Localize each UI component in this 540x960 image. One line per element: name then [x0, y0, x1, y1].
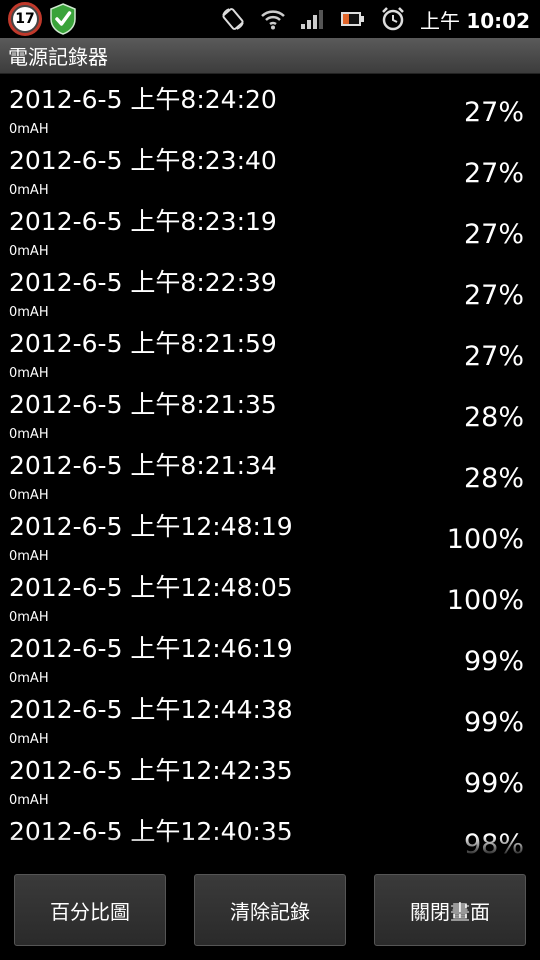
log-battery-percent: 98%	[463, 829, 524, 858]
signal-icon	[300, 8, 326, 30]
log-battery-percent: 27%	[463, 219, 524, 250]
log-battery-percent: 28%	[463, 463, 524, 494]
log-timestamp: 2012-6-5 上午8:21:34	[9, 451, 277, 480]
clock-time: 10:02	[466, 8, 530, 33]
log-timestamp: 2012-6-5 上午8:23:40	[9, 146, 277, 175]
log-battery-percent: 100%	[446, 524, 524, 555]
log-timestamp: 2012-6-5 上午12:46:19	[9, 634, 293, 663]
log-timestamp: 2012-6-5 上午8:21:59	[9, 329, 277, 358]
log-battery-percent: 28%	[463, 402, 524, 433]
log-timestamp: 2012-6-5 上午12:48:05	[9, 573, 293, 602]
percent-chart-button[interactable]: 百分比圖	[14, 874, 166, 946]
list-item[interactable]: 2012-6-5 上午12:42:35 0mAH 99%	[0, 745, 540, 808]
log-timestamp: 2012-6-5 上午8:24:20	[9, 85, 277, 114]
log-battery-percent: 27%	[463, 158, 524, 189]
app-title: 電源記錄器	[8, 45, 108, 69]
close-screen-button[interactable]: 關閉畫面	[374, 874, 526, 946]
list-item[interactable]: 2012-6-5 上午12:48:19 0mAH 100%	[0, 501, 540, 564]
clock-period: 上午	[419, 8, 460, 33]
list-item[interactable]: 2012-6-5 上午8:23:19 0mAH 27%	[0, 196, 540, 259]
list-item[interactable]: 2012-6-5 上午8:23:40 0mAH 27%	[0, 135, 540, 198]
list-item[interactable]: 2012-6-5 上午12:48:05 0mAH 100%	[0, 562, 540, 625]
list-item[interactable]: 2012-6-5 上午8:24:20 0mAH 27%	[0, 74, 540, 137]
status-clock: 上午 10:02	[420, 5, 530, 34]
battery-icon	[340, 9, 366, 29]
log-battery-percent: 99%	[463, 768, 524, 799]
list-item[interactable]: 2012-6-5 上午8:22:39 0mAH 27%	[0, 257, 540, 320]
list-item[interactable]: 2012-6-5 上午12:46:19 0mAH 99%	[0, 623, 540, 686]
shield-check-icon[interactable]	[48, 2, 78, 36]
wifi-icon	[260, 8, 286, 30]
log-battery-percent: 27%	[463, 280, 524, 311]
power-log-list[interactable]: 2012-6-5 上午8:24:20 0mAH 27% 2012-6-5 上午8:23…	[0, 74, 540, 858]
log-timestamp: 2012-6-5 上午8:22:39	[9, 268, 277, 297]
log-timestamp: 2012-6-5 上午12:44:38	[9, 695, 293, 724]
alarm-icon	[380, 6, 406, 32]
log-battery-percent: 27%	[463, 97, 524, 128]
log-timestamp: 2012-6-5 上午12:42:35	[9, 756, 293, 785]
list-item[interactable]: 2012-6-5 上午8:21:35 0mAH 28%	[0, 379, 540, 442]
log-timestamp: 2012-6-5 上午8:21:35	[9, 390, 277, 419]
calendar-icon[interactable]: 17	[8, 2, 42, 36]
log-battery-percent: 100%	[446, 585, 524, 616]
button-bar: 百分比圖 清除記錄 關閉畫面	[0, 858, 540, 960]
app-title-bar: 電源記錄器	[0, 38, 540, 74]
list-item[interactable]: 2012-6-5 上午8:21:59 0mAH 27%	[0, 318, 540, 381]
list-item[interactable]: 2012-6-5 上午8:21:34 0mAH 28%	[0, 440, 540, 503]
log-timestamp: 2012-6-5 上午12:40:35	[9, 817, 293, 846]
log-timestamp: 2012-6-5 上午12:48:19	[9, 512, 293, 541]
list-item[interactable]: 2012-6-5 上午12:44:38 0mAH 99%	[0, 684, 540, 747]
calendar-day: 17	[13, 7, 37, 31]
log-battery-percent: 99%	[463, 646, 524, 677]
log-battery-percent: 99%	[463, 707, 524, 738]
log-battery-percent: 27%	[463, 341, 524, 372]
log-timestamp: 2012-6-5 上午8:23:19	[9, 207, 277, 236]
screen-rotate-icon	[220, 6, 246, 32]
list-item[interactable]: 2012-6-5 上午12:40:35 98%	[0, 806, 540, 858]
clear-log-button[interactable]: 清除記錄	[194, 874, 346, 946]
status-bar: 17 上午 10:02	[0, 0, 540, 38]
